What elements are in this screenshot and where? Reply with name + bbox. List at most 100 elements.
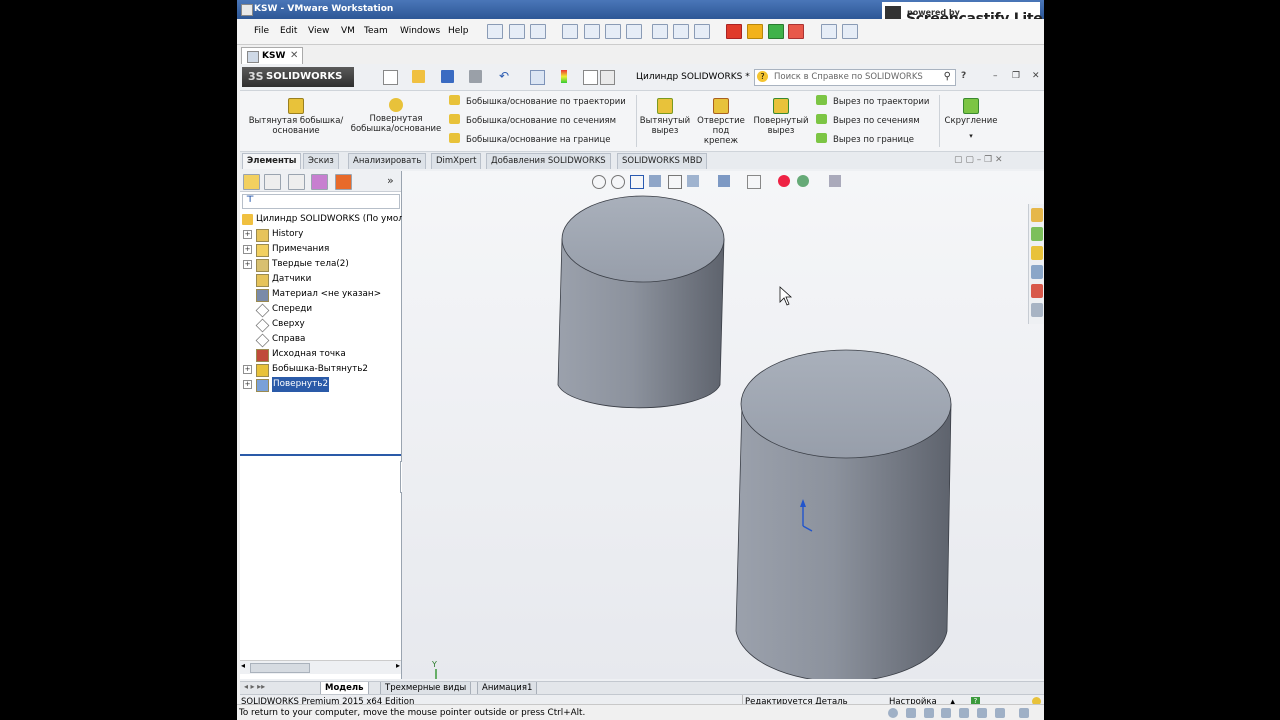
feature-tree-root[interactable]: Цилиндр SOLIDWORKS (По умолча xyxy=(240,212,414,227)
model-viewport[interactable]: Y X Z xyxy=(402,171,1044,679)
feature-tree-item[interactable]: Спереди xyxy=(240,302,401,318)
feature-tree-item[interactable]: + Бобышка-Вытянуть2 xyxy=(240,362,401,377)
expand-toggle-icon[interactable]: + xyxy=(243,245,252,254)
scroll-left-icon[interactable]: ◂ xyxy=(241,661,245,670)
fillet-button[interactable]: Скругление ▾ xyxy=(942,94,1000,141)
tray-network-icon[interactable] xyxy=(941,708,951,718)
extrude-boss-button[interactable]: Вытянутая бобышка/основание xyxy=(246,94,346,136)
unity-icon[interactable] xyxy=(605,24,621,39)
property-manager-tab-icon[interactable] xyxy=(264,174,281,190)
snapshot-icon[interactable] xyxy=(487,24,503,39)
open-folder-icon[interactable] xyxy=(412,70,425,83)
view-palette-icon[interactable] xyxy=(1031,265,1043,279)
feature-tree-horizontal-scrollbar[interactable]: ◂ ▸ xyxy=(240,660,401,674)
feature-tree-item[interactable]: Сверху xyxy=(240,317,401,333)
tab-sketch[interactable]: Эскиз xyxy=(303,153,339,169)
menu-view[interactable]: View xyxy=(308,26,329,36)
revolve-boss-button[interactable]: Повернутая бобышка/основание xyxy=(348,94,444,134)
cylinder-small[interactable] xyxy=(557,195,725,409)
menu-vm[interactable]: VM xyxy=(341,26,355,36)
sweep-cut-button[interactable]: Вырез по траектории xyxy=(816,95,929,107)
tab-solidworks-addins[interactable]: Добавления SOLIDWORKS xyxy=(486,153,611,169)
view-summary-icon[interactable] xyxy=(673,24,689,39)
fillet-dropdown-icon[interactable]: ▾ xyxy=(942,131,1000,141)
power-on-icon[interactable] xyxy=(768,24,784,39)
settings-icon[interactable] xyxy=(842,24,858,39)
tab-dimxpert[interactable]: DimXpert xyxy=(431,153,482,169)
custom-properties-icon[interactable] xyxy=(1031,303,1043,317)
reset-icon[interactable] xyxy=(788,24,804,39)
tray-display-icon[interactable] xyxy=(1019,708,1029,718)
vm-tab-ksw[interactable]: KSW ✕ xyxy=(241,47,303,65)
solidworks-resources-icon[interactable] xyxy=(1031,208,1043,222)
view-thumbnail-icon[interactable] xyxy=(652,24,668,39)
fullscreen-icon[interactable] xyxy=(584,24,600,39)
scrollbar-thumb[interactable] xyxy=(250,663,310,673)
expand-tabs-icon[interactable]: » xyxy=(387,174,394,187)
rebuild-icon[interactable] xyxy=(561,70,567,83)
removable-devices-icon[interactable] xyxy=(821,24,837,39)
feature-tree-item[interactable]: Исходная точка xyxy=(240,347,401,362)
loft-boss-button[interactable]: Бобышка/основание по сечениям xyxy=(449,114,616,126)
menu-help[interactable]: Help xyxy=(448,26,469,36)
close-icon[interactable]: ✕ xyxy=(1032,71,1040,81)
select-icon[interactable] xyxy=(530,70,545,85)
options-icon[interactable] xyxy=(600,70,615,85)
menu-windows[interactable]: Windows xyxy=(400,26,440,36)
design-library-icon[interactable] xyxy=(1031,227,1043,241)
boundary-boss-button[interactable]: Бобышка/основание на границе xyxy=(449,133,610,145)
tab-features[interactable]: Элементы xyxy=(242,153,302,169)
print-icon[interactable] xyxy=(469,70,482,83)
magnifier-icon[interactable]: ⚲ xyxy=(944,71,951,82)
tray-printer-icon[interactable] xyxy=(995,708,1005,718)
tray-sound-icon[interactable] xyxy=(977,708,987,718)
expand-toggle-icon[interactable]: + xyxy=(243,380,252,389)
tray-usb-icon[interactable] xyxy=(959,708,969,718)
feature-tree-item[interactable]: + Примечания xyxy=(240,242,401,257)
help-search-input[interactable]: ? Поиск в Справке по SOLIDWORKS ⚲ xyxy=(754,69,956,86)
feature-tree-filter-input[interactable]: ⊤ xyxy=(242,194,400,209)
tab-scroll-icon[interactable]: ◂ ▸ ▸▸ xyxy=(244,682,265,691)
feature-tree-item[interactable]: + Повернуть2 xyxy=(240,377,401,392)
restore-icon[interactable]: ❐ xyxy=(1012,71,1020,81)
appearances-icon[interactable] xyxy=(1031,284,1043,298)
sweep-boss-button[interactable]: Бобышка/основание по траектории xyxy=(449,95,626,107)
feature-tree-item[interactable]: Датчики xyxy=(240,272,401,287)
menu-file[interactable]: File xyxy=(254,26,269,36)
tray-floppy-icon[interactable] xyxy=(924,708,934,718)
feature-tree-item[interactable]: Материал <не указан> xyxy=(240,287,401,302)
boundary-cut-button[interactable]: Вырез по границе xyxy=(816,133,914,145)
revolve-cut-button[interactable]: Повернутый вырез xyxy=(752,94,810,136)
minimize-icon[interactable]: – xyxy=(993,71,998,81)
suspend-icon[interactable] xyxy=(747,24,763,39)
hole-wizard-button[interactable]: Отверстие под крепеж xyxy=(695,94,747,146)
scroll-right-icon[interactable]: ▸ xyxy=(396,661,400,670)
tab-evaluate[interactable]: Анализировать xyxy=(348,153,427,169)
feature-tree-item[interactable]: Справа xyxy=(240,332,401,348)
revert-snapshot-icon[interactable] xyxy=(509,24,525,39)
feature-tree-item[interactable]: + History xyxy=(240,227,401,242)
vm-tab-close-icon[interactable]: ✕ xyxy=(290,50,298,61)
configuration-manager-tab-icon[interactable] xyxy=(288,174,305,190)
loft-cut-button[interactable]: Вырез по сечениям xyxy=(816,114,920,126)
extrude-cut-button[interactable]: Вытянутый вырез xyxy=(639,94,691,136)
new-document-icon[interactable] xyxy=(383,70,398,85)
menu-team[interactable]: Team xyxy=(364,26,388,36)
dimxpert-manager-tab-icon[interactable] xyxy=(311,174,328,190)
snapshot-manager-icon[interactable] xyxy=(530,24,546,39)
display-manager-tab-icon[interactable] xyxy=(335,174,352,190)
cylinder-large[interactable] xyxy=(735,349,952,679)
expand-toggle-icon[interactable]: + xyxy=(243,365,252,374)
expand-toggle-icon[interactable]: + xyxy=(243,260,252,269)
rollback-bar[interactable] xyxy=(240,454,401,456)
tab-solidworks-mbd[interactable]: SOLIDWORKS MBD xyxy=(617,153,708,169)
tray-hdd-icon[interactable] xyxy=(888,708,898,718)
quick-switch-icon[interactable] xyxy=(626,24,642,39)
feature-tree-tab-icon[interactable] xyxy=(243,174,260,190)
help-button[interactable]: ? xyxy=(961,71,966,81)
file-explorer-icon[interactable] xyxy=(1031,246,1043,260)
doc-window-buttons-icon[interactable]: ▢ ▢ – ❐ ✕ xyxy=(954,155,1003,165)
save-icon[interactable] xyxy=(441,70,454,83)
solidworks-logo-button[interactable]: 3S SOLIDWORKS xyxy=(242,67,354,87)
tray-cd-icon[interactable] xyxy=(906,708,916,718)
